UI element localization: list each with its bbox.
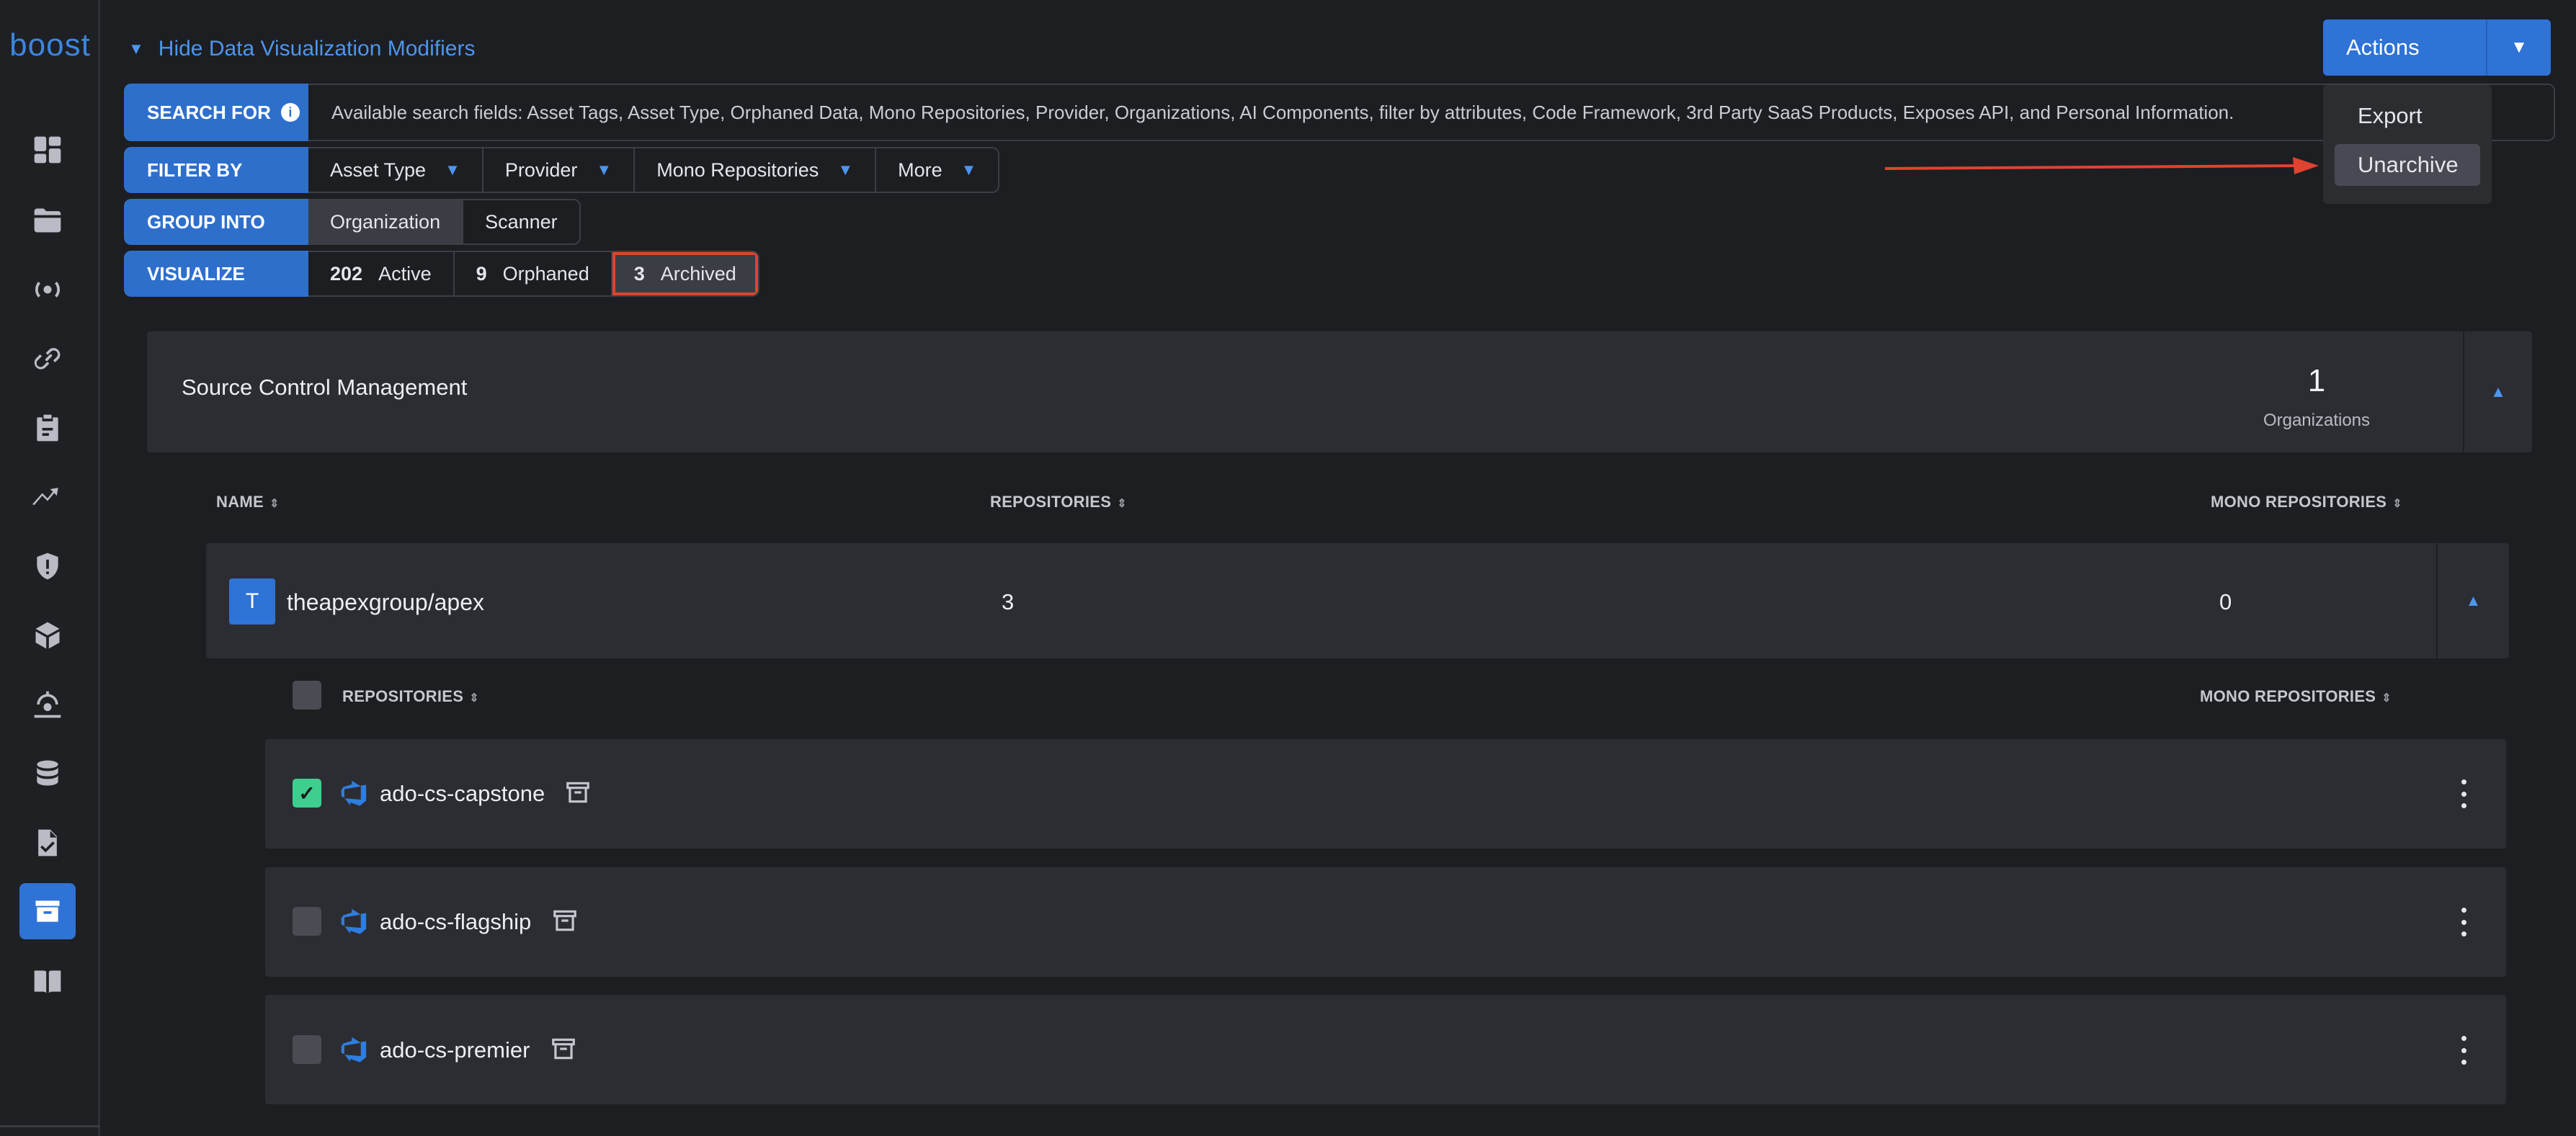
filter-group: Asset Type ▼ Provider ▼ Mono Repositories ▼… <box>308 147 1000 193</box>
organization-count: 1 <box>2307 363 2326 398</box>
modifiers-toggle-label: Hide Data Visualization Modifiers <box>158 37 476 61</box>
column-header-repositories[interactable]: REPOSITORIES ⇕ <box>342 687 479 706</box>
repo-name[interactable]: ado-cs-premier <box>380 1037 530 1063</box>
folder-icon[interactable] <box>29 202 66 239</box>
repo-name[interactable]: ado-cs-capstone <box>380 781 545 807</box>
group-label: GROUP INTO <box>124 199 308 245</box>
column-header-repositories[interactable]: REPOSITORIES ⇕ <box>990 493 1127 511</box>
shield-icon[interactable] <box>29 547 66 585</box>
filter-provider[interactable]: Provider ▼ <box>483 148 636 192</box>
actions-menu: Export Unarchive <box>2323 85 2492 204</box>
filter-more[interactable]: More ▼ <box>876 148 998 192</box>
visualize-orphaned[interactable]: 9 Orphaned <box>455 252 612 295</box>
select-all-checkbox[interactable] <box>293 681 321 710</box>
caret-down-icon: ▼ <box>596 161 612 179</box>
search-placeholder: Available search fields: Asset Tags, Ass… <box>331 101 2234 123</box>
filter-mono-repositories[interactable]: Mono Repositories ▼ <box>635 148 877 192</box>
menu-item-export[interactable]: Export <box>2335 95 2480 137</box>
caret-down-icon: ▼ <box>128 40 144 58</box>
list-item[interactable] <box>265 995 2506 1104</box>
trend-icon[interactable] <box>29 478 66 516</box>
scm-title: Source Control Management <box>182 375 468 400</box>
document-check-icon[interactable] <box>29 824 66 862</box>
menu-item-unarchive[interactable]: Unarchive <box>2335 144 2480 186</box>
visualize-label: VISUALIZE <box>124 251 308 297</box>
row-menu-icon[interactable] <box>2453 779 2474 808</box>
visualize-toggle: 202 Active 9 Orphaned 3 Archived <box>308 251 759 297</box>
column-header-mono-repositories[interactable]: MONO REPOSITORIES ⇕ <box>2200 687 2392 706</box>
caret-down-icon: ▼ <box>961 161 977 179</box>
sort-icon: ⇕ <box>269 498 280 510</box>
table-row[interactable] <box>206 543 2509 658</box>
search-label: SEARCH FOR i <box>124 84 308 141</box>
modifiers-toggle[interactable]: ▼ Hide Data Visualization Modifiers <box>128 33 475 65</box>
book-icon[interactable] <box>29 962 66 1000</box>
database-icon[interactable] <box>29 755 66 792</box>
sidebar-divider <box>0 1125 100 1127</box>
actions-button[interactable]: Actions ▼ <box>2323 19 2551 76</box>
caret-up-icon: ▲ <box>2490 383 2506 401</box>
azure-devops-icon <box>341 1037 367 1063</box>
azure-devops-icon <box>341 780 367 806</box>
repo-name[interactable]: ado-cs-flagship <box>380 909 531 935</box>
sort-icon: ⇕ <box>2392 498 2403 510</box>
sort-icon: ⇕ <box>1117 498 1127 510</box>
caret-down-icon: ▼ <box>837 161 854 179</box>
caret-down-icon: ▼ <box>445 161 460 179</box>
info-icon[interactable]: i <box>280 103 300 122</box>
broadcast-icon[interactable] <box>29 271 66 308</box>
group-scanner[interactable]: Scanner <box>463 200 579 243</box>
row-checkbox[interactable] <box>293 1035 321 1064</box>
clipboard-icon[interactable] <box>29 409 66 447</box>
collapse-org-button[interactable]: ▲ <box>2436 543 2509 658</box>
list-item[interactable] <box>265 739 2506 849</box>
caret-down-icon[interactable]: ▼ <box>2486 19 2551 76</box>
actions-label: Actions <box>2346 35 2420 60</box>
visualize-archived[interactable]: 3 Archived <box>612 252 758 295</box>
row-menu-icon[interactable] <box>2453 1036 2474 1065</box>
radar-icon[interactable] <box>29 686 66 723</box>
azure-devops-icon <box>341 908 367 934</box>
archive-icon <box>566 782 589 803</box>
check-icon: ✓ <box>298 782 316 805</box>
scm-panel <box>147 331 2532 452</box>
filter-asset-type[interactable]: Asset Type ▼ <box>308 148 483 192</box>
filter-label: FILTER BY <box>124 147 308 193</box>
archive-icon <box>552 1038 575 1060</box>
row-checkbox[interactable]: ✓ <box>293 779 321 808</box>
search-input[interactable]: Available search fields: Asset Tags, Ass… <box>308 84 2555 141</box>
dashboard-icon[interactable] <box>29 131 66 169</box>
group-toggle: Organization Scanner <box>308 199 581 245</box>
organization-count-label: Organizations <box>2263 411 2371 430</box>
app-logo[interactable]: boost <box>0 27 100 63</box>
list-item[interactable] <box>265 867 2506 977</box>
org-mono-count: 0 <box>2219 589 2232 614</box>
avatar: T <box>229 578 275 625</box>
sort-icon: ⇕ <box>469 692 479 705</box>
org-name: theapexgroup/apex <box>287 589 484 615</box>
link-icon[interactable] <box>29 340 66 377</box>
annotation-arrow <box>1884 157 2319 174</box>
sort-icon: ⇕ <box>2381 692 2392 705</box>
row-menu-icon[interactable] <box>2453 908 2474 936</box>
archive-icon <box>553 910 576 931</box>
visualize-active[interactable]: 202 Active <box>308 252 455 295</box>
org-repositories-count: 3 <box>1002 589 1015 614</box>
archive-box-icon[interactable] <box>19 883 76 939</box>
package-icon[interactable] <box>29 617 66 654</box>
column-header-name[interactable]: NAME ⇕ <box>216 493 280 511</box>
collapse-scm-button[interactable]: ▲ <box>2463 331 2532 452</box>
group-organization[interactable]: Organization <box>308 200 464 243</box>
column-header-mono-repositories[interactable]: MONO REPOSITORIES ⇕ <box>2211 493 2402 511</box>
caret-up-icon: ▲ <box>2465 591 2482 609</box>
row-checkbox[interactable] <box>293 907 321 936</box>
